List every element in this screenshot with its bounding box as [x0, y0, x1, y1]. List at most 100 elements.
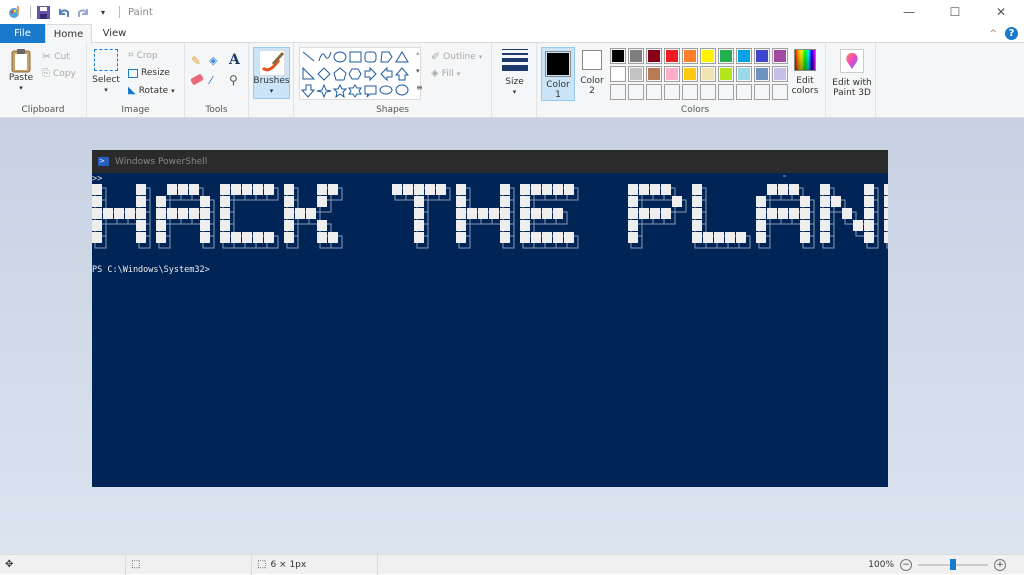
palette-empty-swatch[interactable] — [628, 84, 644, 100]
palette-empty-swatch[interactable] — [772, 84, 788, 100]
palette-empty-swatch[interactable] — [754, 84, 770, 100]
image-canvas[interactable]: > Windows PowerShell >> PS C:\Windows\Sy… — [92, 150, 888, 487]
palette-empty-swatch[interactable] — [610, 84, 626, 100]
tab-home[interactable]: Home — [45, 24, 92, 44]
palette-swatch[interactable] — [628, 48, 644, 64]
color1-button[interactable]: Color 1 — [541, 47, 575, 101]
banner-block — [820, 220, 830, 231]
zoom-in-button[interactable]: + — [994, 559, 1006, 571]
customize-toolbar-icon[interactable]: ▾ — [95, 4, 111, 20]
crop-button[interactable]: ⌗ Crop — [128, 50, 158, 61]
fill-bucket-icon[interactable]: ◈ — [209, 54, 217, 67]
banner-block — [639, 184, 649, 195]
palette-swatch[interactable] — [610, 66, 626, 82]
banner-block — [884, 184, 888, 195]
gallery-scroll-down-icon[interactable]: ▾ — [416, 67, 420, 75]
palette-empty-swatch[interactable] — [646, 84, 662, 100]
close-button[interactable]: ✕ — [978, 0, 1024, 24]
banner-block — [672, 196, 682, 207]
banner-block — [542, 232, 552, 243]
gallery-expand-icon[interactable]: ≡ — [416, 83, 423, 92]
select-button[interactable]: Select ▾ — [91, 49, 121, 95]
banner-block — [264, 184, 274, 195]
maximize-button[interactable]: ☐ — [932, 0, 978, 24]
banner-block — [253, 232, 263, 243]
palette-swatch[interactable] — [664, 66, 680, 82]
color-picker-icon[interactable]: ⁄ — [210, 74, 212, 87]
swatch-fill — [612, 86, 624, 98]
paste-button[interactable]: Paste ▾ — [6, 47, 36, 93]
redo-icon[interactable] — [75, 4, 91, 20]
palette-swatch[interactable] — [664, 48, 680, 64]
resize-button[interactable]: Resize — [128, 68, 170, 78]
palette-swatch[interactable] — [646, 48, 662, 64]
palette-swatch[interactable] — [682, 66, 698, 82]
banner-block — [92, 196, 102, 207]
swatch-fill — [648, 68, 660, 80]
outline-label: Outline — [443, 51, 476, 62]
triangle-shape-icon — [395, 51, 409, 63]
banner-block — [167, 184, 177, 195]
size-button[interactable]: Size ▾ — [499, 49, 530, 97]
zoom-out-button[interactable]: − — [900, 559, 912, 571]
banner-block — [189, 208, 199, 219]
banner-block — [156, 196, 166, 207]
outline-button[interactable]: ✐ Outline ▾ — [431, 50, 482, 63]
palette-swatch[interactable] — [646, 66, 662, 82]
banner-block — [553, 208, 563, 219]
banner-letter — [756, 184, 815, 249]
palette-swatch[interactable] — [772, 66, 788, 82]
gallery-scroll-up-icon[interactable]: ▴ — [416, 49, 420, 57]
banner-block — [414, 208, 424, 219]
banner-block — [864, 220, 874, 231]
tools-group-label: Tools — [205, 105, 228, 115]
palette-swatch[interactable] — [682, 48, 698, 64]
edit-with-paint3d-button[interactable]: Edit with Paint 3D — [829, 49, 875, 98]
palette-swatch[interactable] — [628, 66, 644, 82]
minimize-button[interactable]: — — [886, 0, 932, 24]
text-tool-icon[interactable]: A — [229, 52, 240, 68]
palette-empty-swatch[interactable] — [718, 84, 734, 100]
tab-view[interactable]: View — [92, 24, 137, 43]
zoom-slider-thumb[interactable] — [950, 559, 956, 570]
palette-swatch[interactable] — [700, 66, 716, 82]
chevron-down-icon: ▾ — [171, 86, 175, 95]
undo-icon[interactable] — [55, 4, 71, 20]
eraser-icon[interactable] — [190, 73, 204, 86]
palette-empty-swatch[interactable] — [736, 84, 752, 100]
paint-app-icon[interactable] — [6, 4, 22, 20]
save-icon[interactable] — [35, 4, 51, 20]
palette-swatch[interactable] — [772, 48, 788, 64]
color2-button[interactable]: Color 2 — [578, 50, 606, 96]
collapse-ribbon-icon[interactable]: ^ — [989, 29, 997, 39]
palette-swatch[interactable] — [700, 48, 716, 64]
palette-empty-swatch[interactable] — [682, 84, 698, 100]
palette-swatch[interactable] — [754, 48, 770, 64]
tab-file[interactable]: File — [0, 24, 45, 43]
palette-swatch[interactable] — [754, 66, 770, 82]
banner-block — [392, 184, 402, 195]
rotate-button[interactable]: ◣ Rotate ▾ — [128, 85, 175, 96]
palette-empty-swatch[interactable] — [664, 84, 680, 100]
palette-swatch[interactable] — [718, 66, 734, 82]
fill-button[interactable]: ◈ Fill ▾ — [431, 68, 460, 79]
help-icon[interactable]: ? — [1005, 27, 1018, 40]
magnifier-icon[interactable]: ⚲ — [229, 73, 238, 87]
swatch-fill — [648, 50, 660, 62]
palette-swatch[interactable] — [736, 66, 752, 82]
banner-block — [178, 184, 188, 195]
powershell-prompt: PS C:\Windows\System32> — [92, 265, 210, 275]
brushes-button[interactable]: Brushes ▾ — [253, 47, 290, 99]
copy-button[interactable]: ⎘ Copy — [42, 68, 76, 79]
banner-block — [692, 208, 702, 219]
pencil-icon[interactable]: ✎ — [191, 54, 201, 68]
palette-empty-swatch[interactable] — [700, 84, 716, 100]
palette-swatch[interactable] — [718, 48, 734, 64]
clipboard-group-label: Clipboard — [21, 105, 65, 115]
palette-swatch[interactable] — [610, 48, 626, 64]
palette-swatch[interactable] — [736, 48, 752, 64]
zoom-slider[interactable] — [918, 559, 988, 570]
banner-block — [639, 208, 649, 219]
cut-button[interactable]: ✂ Cut — [42, 50, 70, 63]
edit-colors-button[interactable]: Edit colors — [787, 49, 823, 96]
